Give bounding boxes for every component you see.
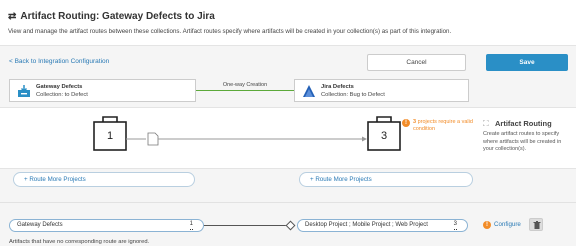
route-link-diamond-icon (285, 220, 296, 231)
jira-icon (303, 85, 315, 97)
target-name: Jira Defects (321, 84, 354, 90)
route-source-count[interactable]: 1 (189, 220, 193, 230)
routing-diagram: 1 3 ! 3 projects require a valid conditi… (0, 107, 576, 169)
target-repository-card: Jira Defects Collection: Bug to Defect (294, 79, 469, 102)
page-subtitle: View and manage the artifact routes betw… (8, 28, 452, 35)
flow-label: One-way Creation (222, 82, 268, 88)
page-header: ⇄ Artifact Routing: Gateway Defects to J… (0, 0, 576, 46)
trash-icon (533, 221, 541, 229)
route-more-projects-source-button[interactable]: + Route More Projects (13, 172, 195, 187)
target-collection: Collection: Bug to Defect (321, 92, 385, 98)
warning-message: projects require a valid condition (413, 119, 473, 132)
configure-warning-icon: ! (483, 221, 491, 229)
warning-text: 3 projects require a valid condition (413, 119, 473, 132)
footnote: Artifacts that have no corresponding rou… (9, 239, 150, 245)
warning-icon: ! (402, 119, 410, 127)
route-more-projects-target-button[interactable]: + Route More Projects (299, 172, 473, 187)
page-title-text: Artifact Routing: Gateway Defects to Jir… (20, 11, 215, 22)
arrow-head-icon (362, 136, 367, 142)
section-divider (0, 202, 576, 203)
route-target-label: Desktop Project ; Mobile Project ; Web P… (305, 222, 428, 228)
source-repository-card: Gateway Defects Collection: to Defect (9, 79, 196, 102)
target-project-count: 3 (380, 130, 388, 142)
cancel-button[interactable]: Cancel (367, 54, 466, 71)
route-source-project[interactable]: Gateway Defects 1 (9, 219, 204, 232)
document-icon (147, 132, 159, 146)
save-button[interactable]: Save (486, 54, 568, 71)
configure-link[interactable]: Configure (494, 221, 521, 228)
download-box-icon (18, 85, 30, 97)
warning-notice: ! 3 projects require a valid condition (402, 119, 473, 132)
route-source-label: Gateway Defects (17, 222, 63, 228)
delete-route-button[interactable] (529, 218, 543, 231)
page-title: ⇄ Artifact Routing: Gateway Defects to J… (8, 11, 215, 22)
swap-arrows-icon: ⇄ (8, 11, 17, 22)
source-project-count: 1 (106, 130, 114, 142)
artifact-routing-title: Artifact Routing (495, 119, 552, 128)
flow-line (196, 90, 294, 91)
source-collection: Collection: to Defect (36, 92, 88, 98)
back-link[interactable]: < Back to Integration Configuration (9, 58, 109, 65)
artifact-routing-description: Create artifact routes to specify where … (483, 131, 562, 152)
routing-graph-icon: ⛶ (483, 119, 489, 128)
route-target-projects[interactable]: Desktop Project ; Mobile Project ; Web P… (297, 219, 468, 232)
route-link-line (204, 225, 292, 226)
route-target-count[interactable]: 3 (453, 220, 457, 230)
warning-count: 3 (413, 119, 417, 125)
source-name: Gateway Defects (36, 84, 83, 90)
main-panel: < Back to Integration Configuration Canc… (0, 46, 576, 246)
